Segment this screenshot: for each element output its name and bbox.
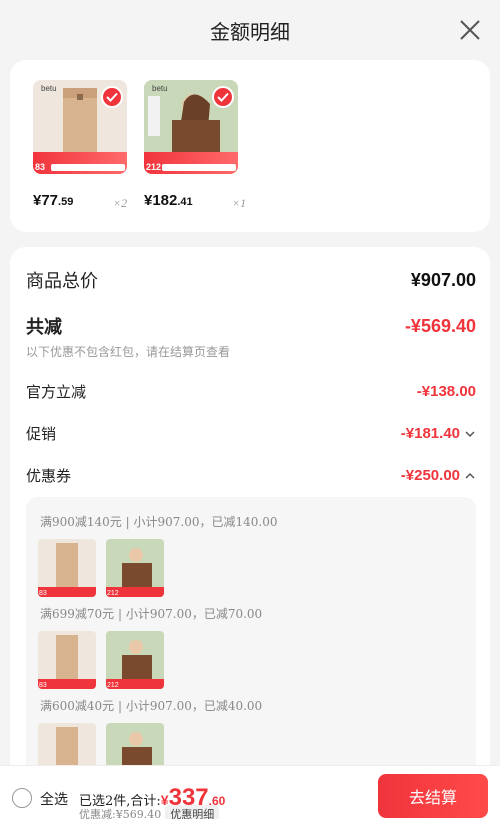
chevron-up-icon[interactable]	[464, 471, 476, 481]
product-item[interactable]: betu 83 ¥77.59 ×2	[33, 80, 129, 210]
official-discount-value: -¥138.00	[416, 383, 476, 400]
coupon-rule: 满699减70元 | 小计907.00，已减70.00	[40, 607, 263, 621]
brand-logo: betu	[41, 84, 57, 93]
close-icon[interactable]	[458, 18, 482, 42]
select-all-label[interactable]: 全选	[40, 789, 68, 809]
selected-products-card: betu 83 ¥77.59 ×2 betu 212 ¥182.41 ×1	[10, 60, 490, 232]
total-discount-label: 共减	[26, 317, 62, 338]
discount-detail-tag[interactable]: 优惠明细	[165, 805, 220, 819]
saved-summary: 优惠减:¥569.40 优惠明细	[79, 805, 220, 819]
total-discount-value: -¥569.40	[404, 315, 476, 336]
coupon-product-thumbnail: 212	[106, 631, 164, 689]
coupon-rule: 满900减140元 | 小计907.00，已减140.00	[40, 515, 278, 529]
sheet-title: 金额明细	[210, 20, 290, 44]
coupon-product-thumbnail: 212	[106, 539, 164, 597]
product-item[interactable]: betu 212 ¥182.41 ×1	[144, 80, 246, 210]
coupon-product-thumbnail: 83	[38, 539, 96, 597]
total-price-label: 商品总价	[26, 271, 98, 292]
checkout-bar: 全选 已选2件,合计:¥337.60 优惠减:¥569.40 优惠明细 去结算	[0, 765, 500, 819]
checked-icon[interactable]	[101, 86, 123, 108]
total-price-value: ¥907.00	[410, 269, 476, 290]
discount-note: 以下优惠不包含红包，请在结算页查看	[26, 345, 231, 359]
official-discount-row: 官方立减 -¥138.00	[26, 381, 476, 402]
promo-badge: 212	[144, 152, 238, 174]
product-thumbnail: betu 83	[33, 80, 127, 174]
coupon-rule: 满600减40元 | 小计907.00，已减40.00	[40, 699, 263, 713]
sheet-header: 金额明细	[0, 0, 500, 60]
total-price-row: 商品总价 ¥907.00	[26, 267, 476, 293]
promotion-row[interactable]: 促销 -¥181.40	[26, 423, 476, 444]
coupon-label: 优惠券	[26, 467, 72, 485]
checked-icon[interactable]	[212, 86, 234, 108]
product-quantity: ×1	[232, 196, 247, 210]
product-price: ¥77.59	[33, 192, 74, 209]
product-quantity: ×2	[113, 196, 128, 210]
promotion-label: 促销	[26, 425, 57, 443]
official-discount-label: 官方立减	[26, 383, 87, 401]
coupon-value: -¥250.00	[400, 467, 460, 484]
amount-detail-card: 商品总价 ¥907.00 共减 -¥569.40 以下优惠不包含红包，请在结算页…	[10, 247, 490, 817]
promo-badge: 83	[33, 152, 127, 174]
select-all-radio[interactable]	[12, 788, 32, 808]
product-price: ¥182.41	[144, 192, 193, 209]
total-discount-row: 共减 -¥569.40	[26, 313, 476, 339]
coupon-product-thumbnail: 83	[38, 631, 96, 689]
chevron-down-icon[interactable]	[464, 429, 476, 439]
brand-logo: betu	[152, 84, 168, 93]
promotion-value: -¥181.40	[400, 425, 460, 442]
checkout-button[interactable]: 去结算	[378, 774, 488, 818]
coupon-row[interactable]: 优惠券 -¥250.00	[26, 465, 476, 486]
product-thumbnail: betu 212	[144, 80, 238, 174]
